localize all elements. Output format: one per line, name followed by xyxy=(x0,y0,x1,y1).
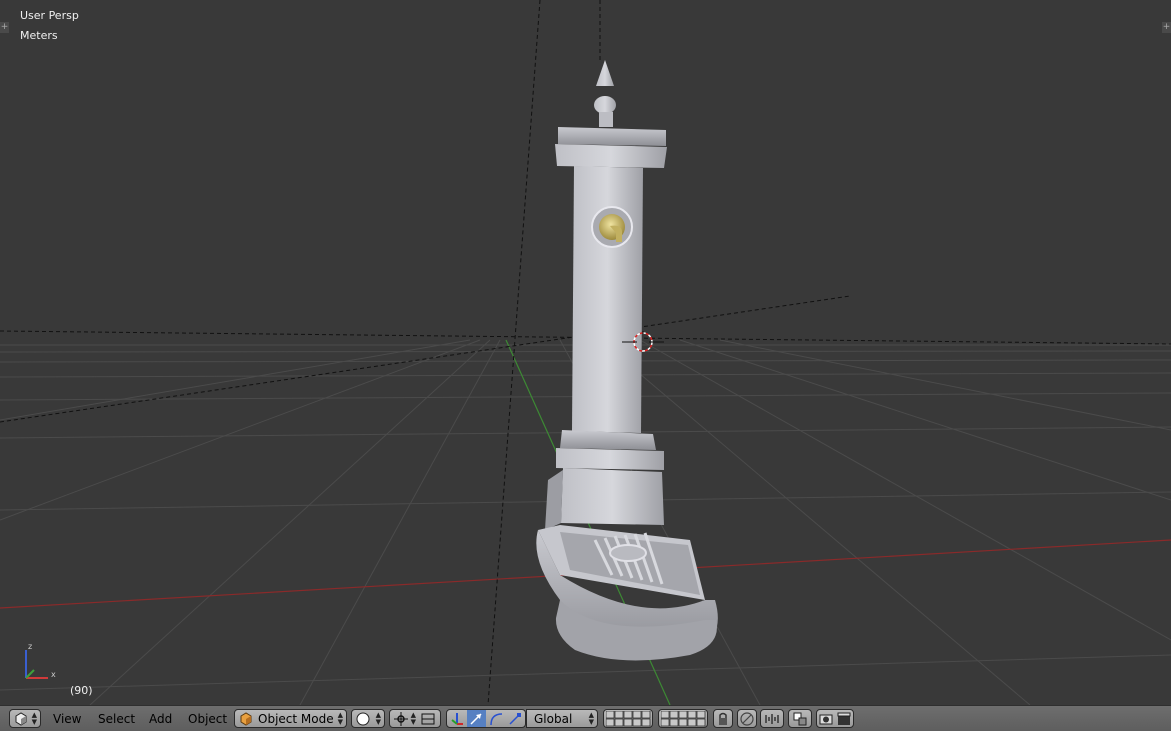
menu-view[interactable]: View xyxy=(53,712,81,726)
expand-toolshelf-icon[interactable]: + xyxy=(0,22,9,33)
pivot-point-icon xyxy=(394,712,408,726)
view-name-label: User Persp xyxy=(20,9,79,22)
snap-button[interactable] xyxy=(760,709,784,728)
scale-icon[interactable] xyxy=(507,711,523,727)
manipulator-toggle-icon[interactable] xyxy=(449,711,465,727)
translate-icon[interactable] xyxy=(468,711,484,727)
scene-canvas[interactable] xyxy=(0,0,1171,705)
svg-text:z: z xyxy=(28,642,32,651)
render-buttons[interactable] xyxy=(816,709,854,728)
mode-dropdown[interactable]: Object Mode ▲ ▼ xyxy=(234,709,347,728)
rotate-icon[interactable] xyxy=(488,711,504,727)
viewport-header: ▲ ▼ View Select Add Object Object Mode ▲ ▼… xyxy=(0,705,1171,731)
svg-text:x: x xyxy=(51,670,56,679)
layers-group-1[interactable] xyxy=(603,709,653,728)
snap-icon xyxy=(765,714,779,724)
3d-viewport[interactable]: User Persp Meters + + z x (90) xyxy=(0,0,1171,705)
axis-gizmo-icon: z x xyxy=(25,642,56,679)
layers-group-2[interactable] xyxy=(658,709,708,728)
lock-camera-button[interactable] xyxy=(713,709,733,728)
render-icon[interactable] xyxy=(818,711,834,727)
editor-type-button[interactable]: ▲ ▼ xyxy=(9,709,41,728)
snap-target-button[interactable] xyxy=(788,709,812,728)
viewport-shading-dropdown[interactable]: ▲ ▼ xyxy=(351,709,385,728)
proportional-edit-button[interactable] xyxy=(737,709,757,728)
orientation-label: Global xyxy=(534,712,573,726)
pivot-point-dropdown[interactable]: ▲ ▼ xyxy=(389,709,441,728)
mode-label: Object Mode xyxy=(258,712,334,726)
transform-orientation-dropdown[interactable]: Global ▲ ▼ xyxy=(526,709,598,728)
object-cube-icon xyxy=(240,712,252,726)
frame-number-label: (90) xyxy=(70,684,93,697)
snap-target-icon xyxy=(793,712,807,726)
lock-camera-icon xyxy=(719,712,727,725)
solid-sphere-icon xyxy=(356,712,370,726)
menu-select[interactable]: Select xyxy=(98,712,135,726)
cube-view-icon xyxy=(15,712,27,726)
menu-add[interactable]: Add xyxy=(149,712,172,726)
pivot-align-icon[interactable] xyxy=(420,711,436,727)
render-animation-icon[interactable] xyxy=(836,711,852,727)
units-label: Meters xyxy=(20,29,58,42)
proportional-edit-icon xyxy=(740,712,754,726)
layer-grid-icon[interactable] xyxy=(661,711,707,727)
manipulator-group[interactable] xyxy=(446,709,526,728)
layer-grid-icon[interactable] xyxy=(606,711,652,727)
fountain-object[interactable] xyxy=(536,60,718,661)
menu-object[interactable]: Object xyxy=(188,712,227,726)
expand-properties-icon[interactable]: + xyxy=(1162,22,1171,33)
